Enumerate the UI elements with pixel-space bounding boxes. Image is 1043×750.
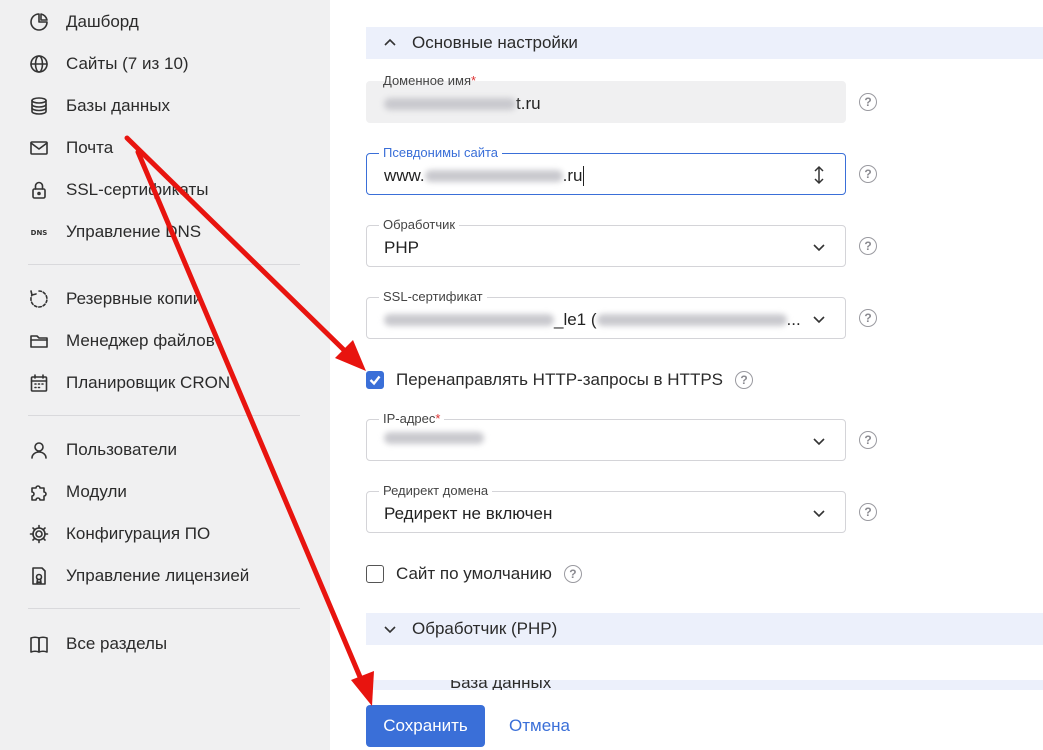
ip-address-value bbox=[384, 432, 484, 444]
sidebar-item-databases[interactable]: Базы данных bbox=[28, 94, 170, 118]
help-icon[interactable]: ? bbox=[859, 165, 877, 183]
handler-select[interactable]: Обработчик PHP bbox=[366, 217, 846, 267]
text-cursor bbox=[583, 166, 585, 186]
sidebar-item-label: Сайты (7 из 10) bbox=[66, 54, 189, 73]
section-title: Основные настройки bbox=[412, 33, 578, 52]
sidebar-item-label: Дашборд bbox=[66, 12, 139, 31]
ssl-certificate-select[interactable]: SSL-сертификат _le1 (... bbox=[366, 289, 846, 339]
user-icon bbox=[28, 439, 50, 461]
help-icon[interactable]: ? bbox=[735, 371, 754, 389]
section-header-php-handler[interactable]: Обработчик (PHP) bbox=[366, 613, 1043, 645]
help-icon[interactable]: ? bbox=[859, 503, 877, 521]
sidebar-item-label: Все разделы bbox=[66, 634, 168, 653]
domain-name-field: Доменное имя* t.ru bbox=[366, 73, 846, 123]
sidebar-divider bbox=[28, 608, 300, 609]
handler-value: PHP bbox=[384, 238, 419, 257]
sidebar-item-label: Конфигурация ПО bbox=[66, 524, 211, 543]
backup-icon bbox=[28, 288, 50, 310]
calendar-icon bbox=[28, 372, 50, 394]
field-label: SSL-сертификат bbox=[379, 289, 487, 305]
field-label: Редирект домена bbox=[379, 483, 493, 499]
checkbox-label: Сайт по умолчанию bbox=[396, 564, 552, 583]
sidebar-item-software-config[interactable]: Конфигурация ПО bbox=[28, 522, 210, 546]
section-title: Обработчик (PHP) bbox=[412, 619, 558, 638]
chevron-down-icon bbox=[382, 621, 398, 637]
sidebar-item-label: Планировщик CRON bbox=[66, 373, 231, 392]
sidebar-item-label: Базы данных bbox=[66, 96, 171, 115]
sidebar-item-label: Модули bbox=[66, 482, 127, 501]
domain-name-value: t.ru bbox=[384, 94, 541, 114]
main-panel: Основные настройки Доменное имя* t.ru ? … bbox=[330, 0, 1043, 750]
sidebar-item-label: Управление DNS bbox=[66, 222, 202, 241]
sidebar-item-label: SSL-сертификаты bbox=[66, 180, 209, 199]
book-icon bbox=[28, 633, 50, 655]
sidebar-item-modules[interactable]: Модули bbox=[28, 480, 127, 504]
resize-arrows-icon[interactable] bbox=[811, 165, 827, 185]
puzzle-icon bbox=[28, 481, 50, 503]
field-label: Доменное имя* bbox=[383, 73, 477, 88]
section-title: База данных bbox=[450, 680, 552, 690]
sidebar-item-mail[interactable]: Почта bbox=[28, 136, 113, 160]
sidebar-item-label: Управление лицензией bbox=[66, 566, 250, 585]
field-label: IP-адрес* bbox=[379, 411, 445, 427]
sidebar-item-label: Почта bbox=[66, 138, 114, 157]
section-header-database[interactable]: База данных bbox=[366, 680, 1043, 690]
sidebar-item-label: Менеджер файлов bbox=[66, 331, 215, 350]
folder-icon bbox=[28, 330, 50, 352]
sidebar: Дашборд Сайты (7 из 10) Базы данных Почт… bbox=[0, 0, 330, 750]
sidebar-divider bbox=[28, 264, 300, 265]
chevron-down-icon bbox=[811, 311, 827, 327]
site-aliases-value: www. .ru bbox=[384, 166, 585, 186]
sidebar-item-dns[interactable]: DNS Управление DNS bbox=[28, 220, 201, 244]
license-icon bbox=[28, 565, 50, 587]
sidebar-item-cron[interactable]: Планировщик CRON bbox=[28, 371, 230, 395]
save-button[interactable]: Сохранить bbox=[366, 705, 485, 747]
sidebar-item-label: Пользователи bbox=[66, 440, 177, 459]
checkbox-label: Перенаправлять HTTP-запросы в HTTPS bbox=[396, 370, 724, 389]
help-icon[interactable]: ? bbox=[859, 431, 877, 449]
sidebar-item-users[interactable]: Пользователи bbox=[28, 438, 177, 462]
default-site-checkbox-row[interactable]: Сайт по умолчанию ? bbox=[366, 563, 582, 585]
database-icon bbox=[28, 95, 50, 117]
help-icon[interactable]: ? bbox=[859, 93, 877, 111]
globe-icon bbox=[28, 53, 50, 75]
ssl-certificate-value: _le1 (... bbox=[384, 310, 801, 330]
sidebar-item-backups[interactable]: Резервные копии bbox=[28, 287, 202, 311]
sidebar-item-ssl[interactable]: SSL-сертификаты bbox=[28, 178, 209, 202]
sidebar-item-all-sections[interactable]: Все разделы bbox=[28, 632, 167, 656]
chevron-down-icon bbox=[811, 505, 827, 521]
section-header-basic-settings[interactable]: Основные настройки bbox=[366, 27, 1043, 59]
lock-icon bbox=[28, 179, 50, 201]
chevron-down-icon bbox=[811, 433, 827, 449]
default-site-checkbox[interactable] bbox=[366, 565, 384, 583]
domain-redirect-select[interactable]: Редирект домена Редирект не включен bbox=[366, 483, 846, 533]
ip-address-select[interactable]: IP-адрес* bbox=[366, 411, 846, 461]
help-icon[interactable]: ? bbox=[859, 309, 877, 327]
sidebar-item-sites[interactable]: Сайты (7 из 10) bbox=[28, 52, 189, 76]
mail-icon bbox=[28, 137, 50, 159]
site-aliases-input[interactable]: Псевдонимы сайта www. .ru bbox=[366, 145, 846, 195]
field-label: Псевдонимы сайта bbox=[379, 145, 503, 161]
chevron-down-icon bbox=[811, 239, 827, 255]
help-icon[interactable]: ? bbox=[563, 565, 582, 583]
chevron-up-icon bbox=[382, 35, 398, 51]
help-icon[interactable]: ? bbox=[859, 237, 877, 255]
cancel-link[interactable]: Отмена bbox=[509, 716, 570, 736]
field-label: Обработчик bbox=[379, 217, 460, 233]
gear-icon bbox=[28, 523, 50, 545]
dns-icon: DNS bbox=[28, 221, 50, 243]
sidebar-item-dashboard[interactable]: Дашборд bbox=[28, 10, 139, 34]
sidebar-item-license[interactable]: Управление лицензией bbox=[28, 564, 249, 588]
redirect-https-checkbox-row[interactable]: Перенаправлять HTTP-запросы в HTTPS ? bbox=[366, 369, 754, 391]
svg-text:DNS: DNS bbox=[31, 229, 48, 237]
sidebar-divider bbox=[28, 415, 300, 416]
redirect-https-checkbox[interactable] bbox=[366, 371, 384, 389]
dashboard-icon bbox=[28, 11, 50, 33]
sidebar-item-file-manager[interactable]: Менеджер файлов bbox=[28, 329, 215, 353]
domain-redirect-value: Редирект не включен bbox=[384, 504, 553, 523]
sidebar-item-label: Резервные копии bbox=[66, 289, 203, 308]
